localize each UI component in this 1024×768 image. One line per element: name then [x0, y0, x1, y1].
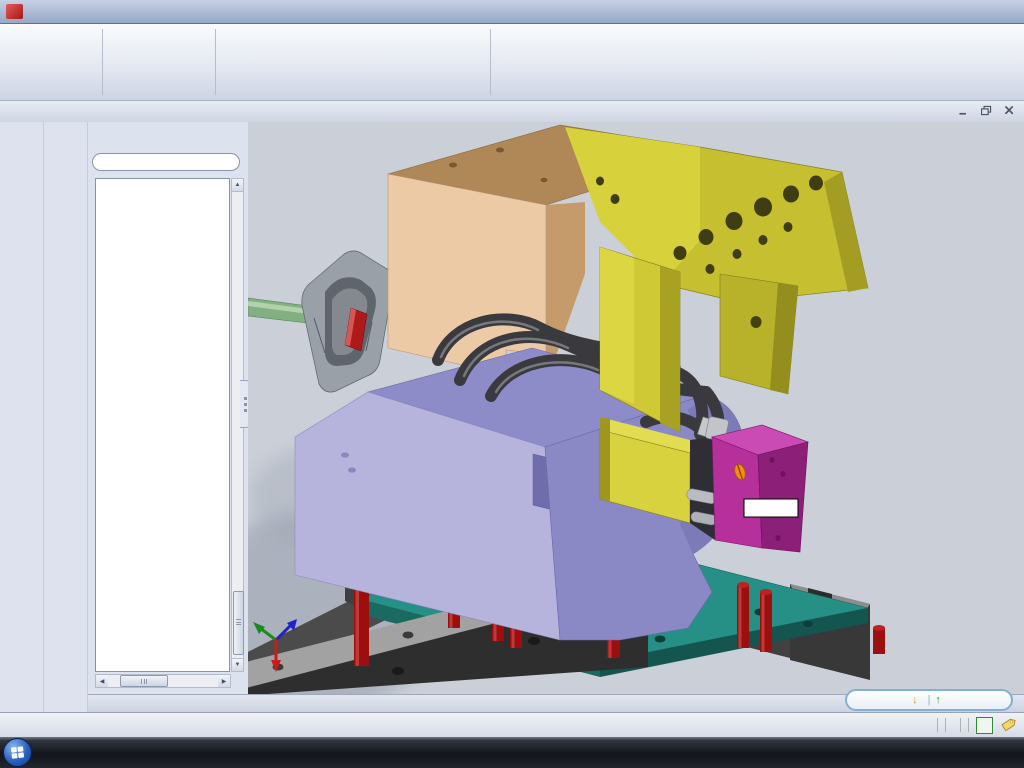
sketch-button[interactable]	[4, 24, 52, 100]
repair-sketch-button[interactable]	[547, 24, 595, 100]
tag-icon[interactable]	[1000, 717, 1016, 733]
convert-entities-button[interactable]	[266, 24, 318, 100]
doc-minimize-icon[interactable]	[957, 104, 970, 117]
tree-filter-input[interactable]	[92, 153, 240, 171]
document-window-controls	[957, 104, 1016, 117]
surfaces-toolbar	[44, 122, 88, 712]
feature-manager-panel: ▲ ▼ ◀ ▶	[88, 122, 248, 694]
separator	[102, 29, 103, 95]
features-toolbar	[0, 122, 44, 712]
graphics-viewport[interactable]	[248, 122, 1024, 712]
scroll-right-icon[interactable]: ▶	[218, 675, 230, 687]
separator	[490, 29, 491, 95]
upload-arrow-icon: ↑	[935, 694, 941, 706]
yellow-clamp-leg[interactable]	[600, 247, 690, 523]
scroll-down-icon[interactable]: ▼	[232, 658, 243, 671]
solidworks-window: ▲ ▼ ◀ ▶	[0, 0, 1024, 768]
separator	[215, 29, 216, 95]
horizontal-scrollbar[interactable]: ◀ ▶	[95, 674, 231, 688]
rapid-sketch-button[interactable]	[643, 24, 691, 100]
commandmanager-tab-row	[0, 101, 1024, 122]
app-logo	[6, 4, 26, 19]
doc-restore-icon[interactable]	[980, 104, 993, 117]
trim-entities-button[interactable]	[218, 24, 266, 100]
doc-close-icon[interactable]	[1003, 104, 1016, 117]
network-speed-overlay: ↓ | ↑	[845, 689, 1013, 711]
pattern-group	[366, 24, 488, 100]
mold-insert[interactable]	[302, 251, 394, 392]
windows-taskbar	[0, 737, 1024, 768]
offset-entities-button[interactable]	[318, 24, 366, 100]
quick-snaps-button[interactable]	[595, 24, 643, 100]
download-arrow-icon: ↓	[912, 694, 918, 706]
feature-tooltip	[744, 499, 798, 517]
scroll-up-icon[interactable]: ▲	[232, 179, 243, 192]
solidworks-logo-icon	[6, 4, 23, 19]
feature-tree	[95, 178, 230, 672]
start-button[interactable]	[3, 738, 32, 767]
left-toolbars	[0, 122, 88, 712]
status-bar	[0, 712, 1024, 737]
quick-tips-icon[interactable]	[976, 717, 993, 734]
scrollbar-thumb[interactable]	[233, 591, 244, 655]
magenta-block[interactable]	[712, 425, 808, 552]
command-manager	[0, 24, 1024, 101]
scroll-left-icon[interactable]: ◀	[96, 675, 108, 687]
model-scene[interactable]	[248, 122, 1024, 694]
display-delete-relations-button[interactable]	[493, 24, 547, 100]
sketch-entity-grid	[105, 24, 213, 100]
scrollbar-thumb[interactable]	[120, 675, 168, 687]
title-bar	[0, 0, 1024, 24]
smart-dimension-button[interactable]	[52, 24, 100, 100]
